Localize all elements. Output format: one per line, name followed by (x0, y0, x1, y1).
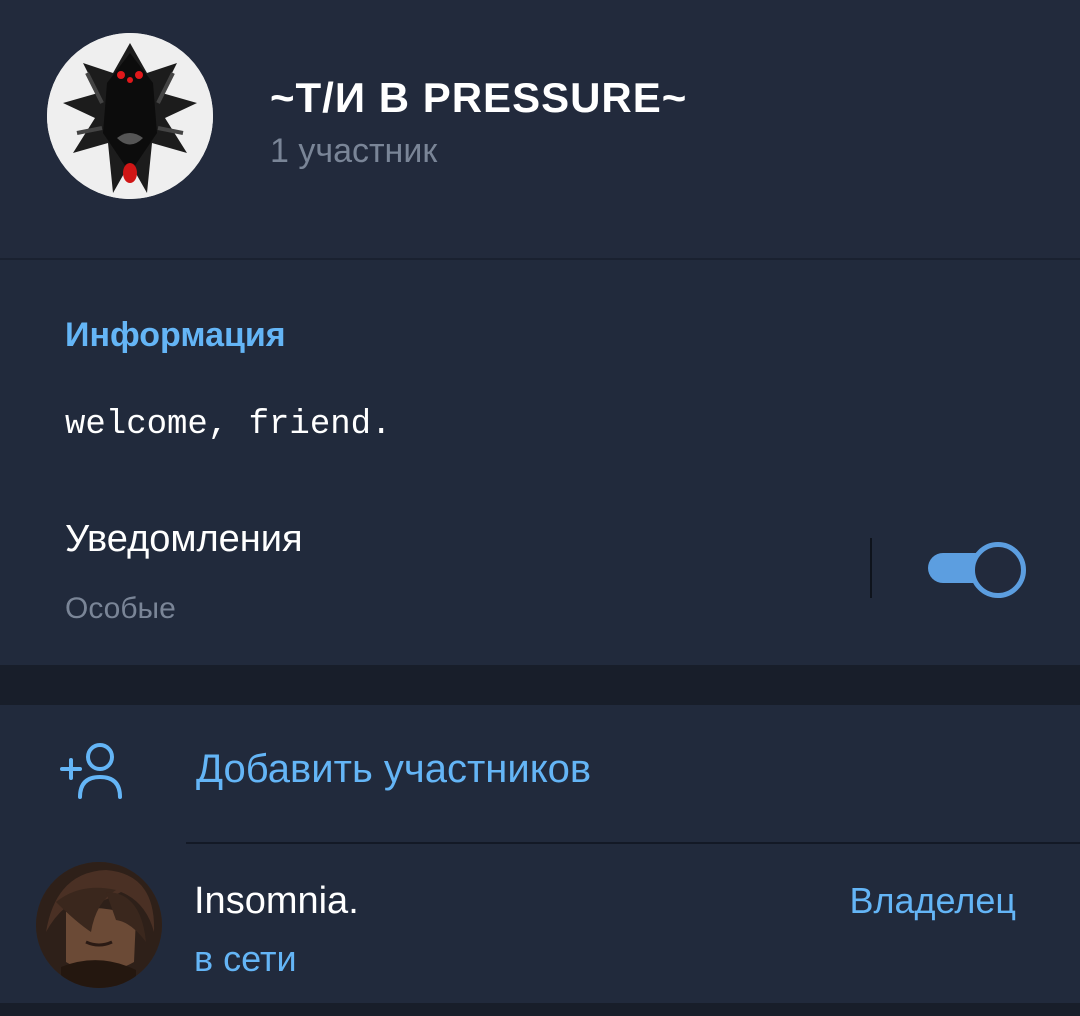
group-info-page: ~Т/И В PRESSURE~ 1 участник Информация w… (0, 0, 1080, 1016)
group-header: ~Т/И В PRESSURE~ 1 участник (0, 0, 1080, 258)
info-heading: Информация (65, 316, 286, 354)
group-title: ~Т/И В PRESSURE~ (270, 74, 688, 121)
member-count: 1 участник (270, 132, 438, 170)
add-user-icon (60, 743, 122, 799)
group-avatar-image (47, 33, 213, 199)
member-name: Insomnia. (194, 880, 359, 922)
member-status: в сети (194, 938, 297, 979)
toggle-knob (970, 542, 1026, 598)
notifications-toggle[interactable] (928, 540, 1026, 598)
bottom-strip (0, 1003, 1080, 1016)
group-avatar[interactable] (47, 33, 213, 199)
add-members-label: Добавить участников (196, 747, 592, 791)
avatar (36, 862, 162, 988)
member-avatar-image (36, 862, 162, 988)
section-gap (0, 665, 1080, 705)
group-description[interactable]: welcome, friend. (65, 406, 391, 444)
member-role-badge: Владелец (849, 880, 1016, 921)
vertical-divider (870, 538, 872, 598)
notifications-value: Особые (65, 592, 176, 625)
notifications-label: Уведомления (65, 518, 303, 560)
info-section: Информация welcome, friend. Уведомления … (0, 260, 1080, 665)
add-members-button[interactable]: Добавить участников (0, 705, 1080, 842)
members-section: Добавить участников Insomnia. в сети Вла… (0, 705, 1080, 1003)
notifications-row[interactable]: Уведомления Особые (0, 510, 1080, 630)
member-row[interactable]: Insomnia. в сети Владелец (0, 844, 1080, 1003)
